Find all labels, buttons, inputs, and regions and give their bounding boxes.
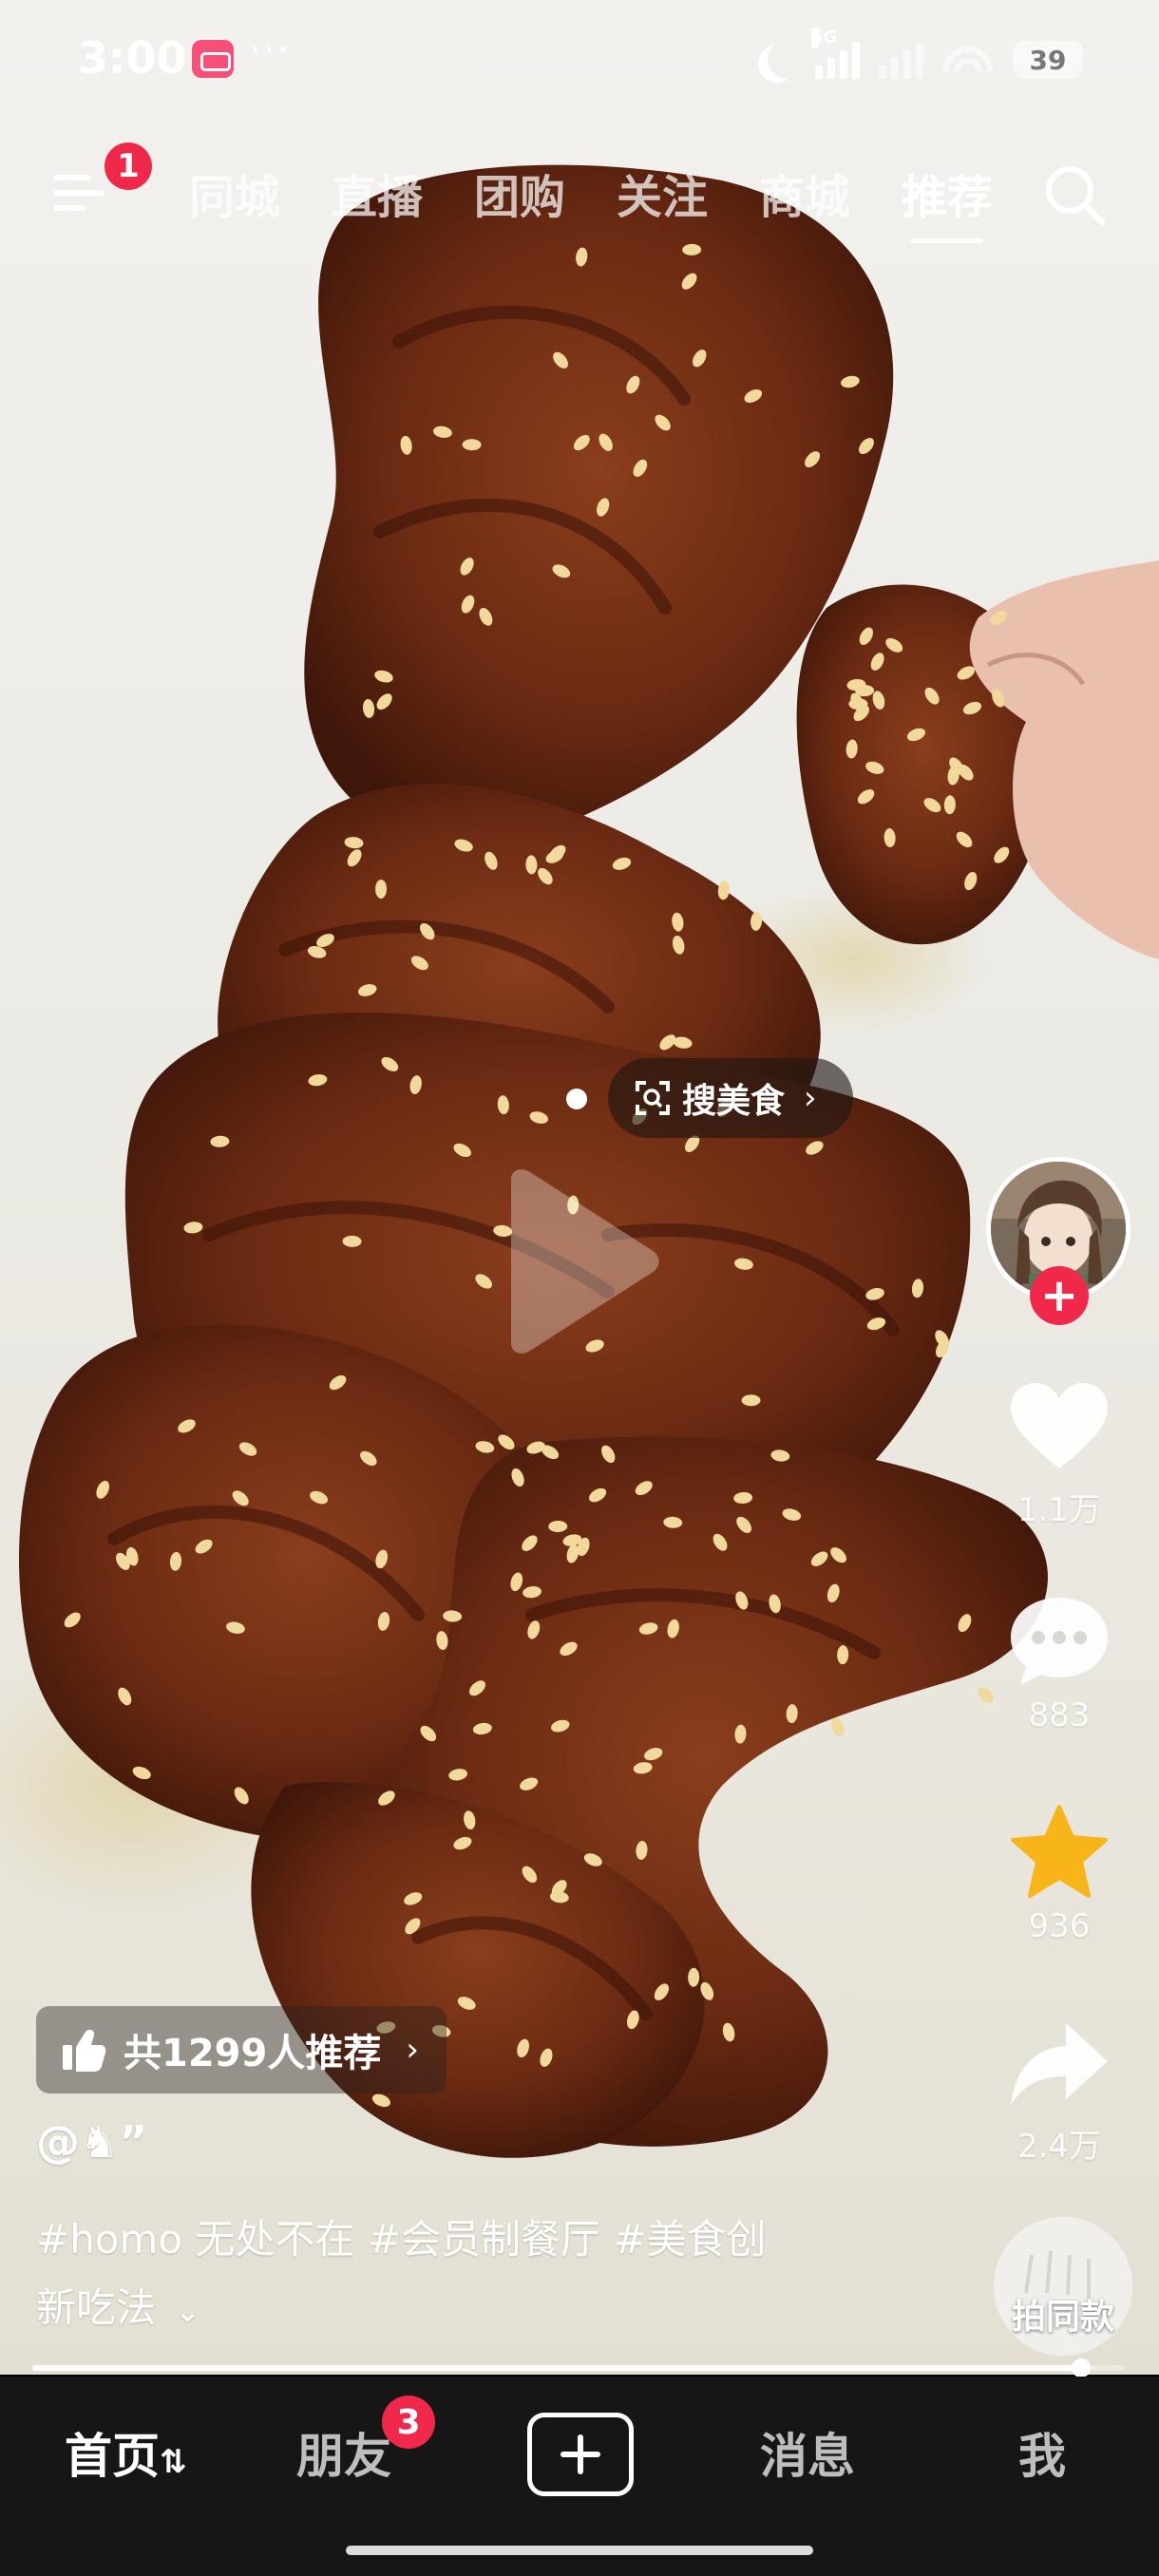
author-handle[interactable]: @♞” <box>36 2116 147 2168</box>
app-notification-icon <box>192 40 234 78</box>
status-time: 3:00 <box>78 32 187 84</box>
network-tag: 5G <box>811 28 838 47</box>
create-post-button[interactable] <box>527 2413 634 2496</box>
wifi-icon <box>942 41 994 79</box>
search-food-label: 搜美食 <box>682 1082 786 1121</box>
scan-search-icon <box>636 1081 670 1115</box>
chevron-right-icon: › <box>804 1079 817 1117</box>
caption-line-2-text: 新吃法 <box>36 2284 157 2331</box>
follow-button[interactable]: + <box>1030 1266 1089 1325</box>
like-button[interactable]: 1.1万 <box>988 1381 1130 1530</box>
tab-same-city[interactable]: 同城 <box>163 160 306 226</box>
tab-following[interactable]: 关注 <box>591 160 733 226</box>
top-nav: 1 同城 直播 团购 关注 商城 推荐 <box>0 142 1159 247</box>
menu-icon[interactable] <box>53 169 104 217</box>
friends-badge: 3 <box>382 2396 435 2449</box>
more-notifications-icon: ··· <box>249 28 292 72</box>
search-icon[interactable] <box>1041 161 1108 228</box>
plus-icon <box>560 2434 600 2474</box>
search-anchor-dot <box>566 1089 587 1109</box>
share-button[interactable]: 2.4万 <box>988 2017 1130 2167</box>
caption-line-2: 新吃法 ⌄ <box>36 2274 882 2345</box>
menu-badge: 1 <box>104 142 152 190</box>
tab-mall[interactable]: 商城 <box>733 160 876 226</box>
favorite-count: 936 <box>1028 1907 1091 1945</box>
nav-home[interactable]: 首页⇅ <box>65 2418 187 2487</box>
comment-count: 883 <box>1028 1696 1091 1734</box>
sesame-seed <box>741 1394 761 1407</box>
do-not-disturb-moon-icon <box>768 41 806 79</box>
same-style-label: 拍同款 <box>1011 2298 1114 2337</box>
nav-me[interactable]: 我 <box>1018 2418 1066 2487</box>
nav-home-label: 首页 <box>65 2429 160 2484</box>
thumbs-up-icon <box>63 2029 106 2072</box>
comment-icon <box>1011 1598 1108 1685</box>
progress-fill <box>32 2365 1081 2371</box>
recommend-count-pill[interactable]: 共1299人推荐 › <box>36 2006 446 2093</box>
recommend-count-text: 共1299人推荐 <box>124 2032 382 2075</box>
nav-messages[interactable]: 消息 <box>760 2418 855 2487</box>
feed-tabs: 同城 直播 团购 关注 商城 推荐 <box>163 160 1018 226</box>
expand-chevron-icon[interactable]: ⌄ <box>175 2293 200 2329</box>
star-icon <box>1011 1805 1108 1898</box>
tab-group-buy[interactable]: 团购 <box>448 160 591 226</box>
tab-live[interactable]: 直播 <box>306 160 448 226</box>
shoot-same-style-button[interactable]: 拍同款 <box>994 2217 1132 2356</box>
cell-signal-2-icon <box>879 41 923 79</box>
search-food-button[interactable]: 搜美食 › <box>608 1058 853 1138</box>
video-progress-bar[interactable] <box>32 2358 1125 2377</box>
video-caption[interactable]: #homo 无处不在 #会员制餐厅 #美食创 新吃法 ⌄ <box>36 2206 882 2345</box>
battery-icon: 39 <box>1013 41 1083 79</box>
tab-recommend[interactable]: 推荐 <box>876 160 1018 226</box>
sesame-seed <box>375 879 388 899</box>
share-count: 2.4万 <box>1016 2128 1102 2166</box>
home-indicator[interactable] <box>346 2546 813 2555</box>
cell-signal-icon: 5G <box>811 28 860 79</box>
comment-button[interactable]: 883 <box>988 1594 1130 1734</box>
sesame-seed <box>831 1717 845 1736</box>
nav-friends[interactable]: 朋友 <box>296 2418 391 2487</box>
share-arrow-icon <box>1011 2023 1108 2105</box>
refresh-toggle-icon: ⇅ <box>160 2443 187 2481</box>
like-count: 1.1万 <box>1016 1491 1102 1529</box>
status-bar: 3:00 ··· 5G 39 <box>0 0 1159 123</box>
status-indicators: 5G 39 <box>758 28 1083 84</box>
play-icon[interactable] <box>492 1166 663 1356</box>
caption-line-1: #homo 无处不在 #会员制餐厅 #美食创 <box>36 2216 767 2263</box>
chevron-right-icon: › <box>406 2031 419 2069</box>
progress-knob[interactable] <box>1072 2358 1091 2377</box>
favorite-button[interactable]: 936 <box>988 1805 1130 1945</box>
heart-icon <box>1011 1383 1108 1468</box>
